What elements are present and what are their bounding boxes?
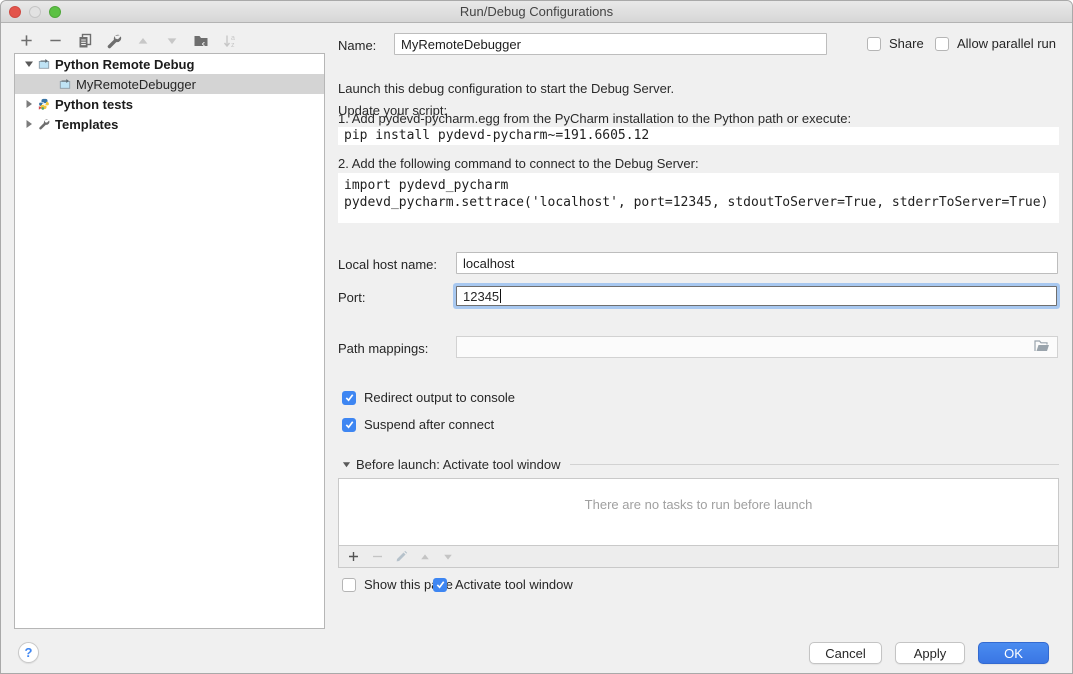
configurations-tree: Python Remote Debug MyRemoteDebugger [14,53,325,629]
python-tests-icon [38,98,50,110]
wrench-icon [38,118,50,130]
browse-folder-icon[interactable] [1034,339,1050,355]
move-down-icon[interactable] [163,32,180,49]
no-tasks-message: There are no tasks to run before launch [338,497,1059,512]
before-launch-toolbar [338,546,1059,568]
share-checkbox[interactable] [867,37,881,51]
local-host-name-input[interactable] [456,252,1058,274]
step2-instruction: 2. Add the following command to connect … [338,156,699,171]
run-debug-configurations-dialog: Run/Debug Configurations [0,0,1073,674]
help-button[interactable]: ? [18,642,39,663]
tree-item-label: Python Remote Debug [55,57,194,72]
allow-parallel-run-checkbox[interactable] [935,37,949,51]
suspend-after-connect-label: Suspend after connect [364,417,494,432]
move-up-icon[interactable] [134,32,151,49]
ok-button[interactable]: OK [978,642,1049,664]
minimize-window-button[interactable] [29,6,41,18]
share-label: Share [889,36,924,51]
remove-task-icon[interactable] [371,550,384,563]
tree-item-myremotedebugger[interactable]: MyRemoteDebugger [15,74,324,94]
activate-tool-window-row: Activate tool window [433,577,573,592]
remove-icon[interactable] [47,32,64,49]
sidebar-toolbar: a z [18,32,238,49]
settrace-code-line1: import pydevd_pycharm [344,177,1059,194]
name-label: Name: [338,38,376,53]
chevron-down-icon[interactable] [23,58,35,70]
add-icon[interactable] [18,32,35,49]
close-window-button[interactable] [9,6,21,18]
activate-tool-window-checkbox[interactable] [433,578,447,592]
tree-item-label: Templates [55,117,118,132]
add-task-icon[interactable] [347,550,360,563]
port-input[interactable]: 12345 [456,286,1057,306]
allow-parallel-run-label: Allow parallel run [957,36,1056,51]
svg-text:z: z [231,42,235,49]
move-task-down-icon[interactable] [442,551,454,563]
suspend-after-connect-row: Suspend after connect [342,417,494,432]
zoom-window-button[interactable] [49,6,61,18]
before-launch-header: Before launch: Activate tool window [342,457,1059,472]
before-launch-title: Before launch: Activate tool window [356,457,561,472]
cancel-button[interactable]: Cancel [809,642,882,664]
edit-defaults-wrench-icon[interactable] [105,32,122,49]
chevron-right-icon[interactable] [23,98,35,110]
tree-item-python-tests[interactable]: Python tests [15,94,324,114]
suspend-after-connect-checkbox[interactable] [342,418,356,432]
step1-instruction: 1. Add pydevd-pycharm.egg from the PyCha… [338,111,851,126]
title-bar: Run/Debug Configurations [1,1,1072,23]
settrace-code-line2: pydevd_pycharm.settrace('localhost', por… [344,194,1059,211]
tree-item-label: Python tests [55,97,133,112]
redirect-output-row: Redirect output to console [342,390,515,405]
text-caret [500,289,501,303]
remote-debug-icon [38,58,50,70]
port-label: Port: [338,290,365,305]
remote-debug-icon [59,78,71,90]
chevron-right-icon[interactable] [23,118,35,130]
svg-text:a: a [231,35,235,42]
move-task-up-icon[interactable] [419,551,431,563]
copy-icon[interactable] [76,32,93,49]
before-launch-task-list[interactable] [338,478,1059,546]
redirect-output-label: Redirect output to console [364,390,515,405]
name-input[interactable] [394,33,827,55]
window-title: Run/Debug Configurations [1,1,1072,23]
sort-alphabetically-icon[interactable]: a z [221,32,238,49]
edit-task-pencil-icon[interactable] [395,550,408,563]
path-mappings-label: Path mappings: [338,341,428,356]
port-value: 12345 [463,289,499,304]
path-mappings-input[interactable] [456,336,1058,358]
apply-button[interactable]: Apply [895,642,965,664]
collapse-triangle-icon[interactable] [342,457,351,472]
tree-item-templates[interactable]: Templates [15,114,324,134]
section-divider [570,464,1059,465]
show-this-page-checkbox[interactable] [342,578,356,592]
pip-install-code[interactable]: pip install pydevd-pycharm~=191.6605.12 [338,127,1059,145]
intro-text: Launch this debug configuration to start… [338,81,674,96]
new-folder-icon[interactable] [192,32,209,49]
redirect-output-checkbox[interactable] [342,391,356,405]
tree-item-python-remote-debug[interactable]: Python Remote Debug [15,54,324,74]
share-checkbox-row: Share [867,36,924,51]
activate-tool-window-label: Activate tool window [455,577,573,592]
allow-parallel-checkbox-row: Allow parallel run [935,36,1056,51]
local-host-name-label: Local host name: [338,257,437,272]
tree-item-label: MyRemoteDebugger [76,77,196,92]
settrace-code[interactable]: import pydevd_pycharm pydevd_pycharm.set… [338,173,1059,223]
